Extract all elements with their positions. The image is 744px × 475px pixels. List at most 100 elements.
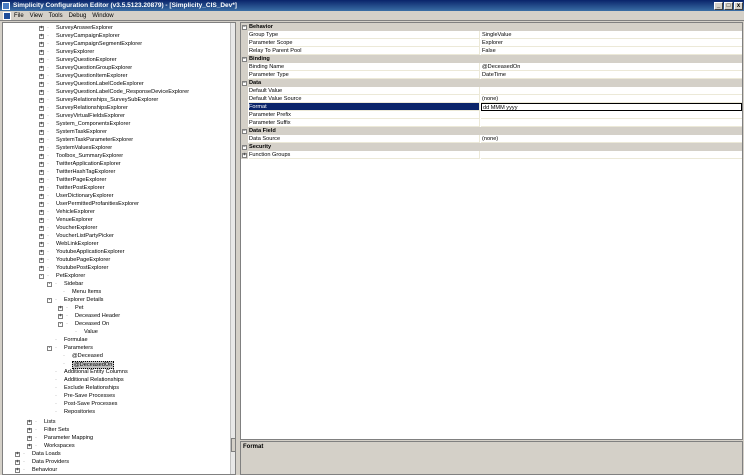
- tree-item[interactable]: + · TwitterApplicationExplorer: [3, 160, 229, 168]
- tree-item[interactable]: · @Deceased: [3, 352, 229, 360]
- expand-icon[interactable]: +: [39, 57, 44, 63]
- property-name[interactable]: Format: [249, 103, 480, 111]
- collapse-icon[interactable]: −: [242, 80, 247, 86]
- tree-item[interactable]: + · TwitterPageExplorer: [3, 176, 229, 184]
- collapse-icon[interactable]: −: [242, 128, 247, 134]
- tree-item[interactable]: + · SystemValuesExplorer: [3, 144, 229, 152]
- collapse-icon[interactable]: -: [58, 321, 63, 327]
- tree-item[interactable]: + · UserPermittedProfanitiesExplorer: [3, 200, 229, 208]
- menu-tools[interactable]: Tools: [49, 13, 63, 19]
- tree-item[interactable]: + · SurveyQuestionExplorer: [3, 56, 229, 64]
- tree-item[interactable]: · Post-Save Processes: [3, 400, 229, 408]
- property-value[interactable]: (none): [481, 135, 742, 143]
- expand-icon[interactable]: +: [39, 121, 44, 127]
- expand-icon[interactable]: +: [15, 451, 20, 457]
- tree-item[interactable]: + · SurveyCampaignExplorer: [3, 32, 229, 40]
- expand-icon[interactable]: +: [39, 65, 44, 71]
- property-name[interactable]: Default Value: [249, 87, 480, 95]
- tree-item[interactable]: + · SurveyQuestionItemExplorer: [3, 72, 229, 80]
- tree-item[interactable]: + · UserDictionaryExplorer: [3, 192, 229, 200]
- tree-item[interactable]: + · Pet: [3, 304, 229, 312]
- expand-icon[interactable]: +: [39, 81, 44, 87]
- expand-icon[interactable]: +: [39, 169, 44, 175]
- expand-icon[interactable]: +: [39, 217, 44, 223]
- expand-icon[interactable]: +: [39, 113, 44, 119]
- tree-item[interactable]: - · Parameters: [3, 344, 229, 352]
- property-name[interactable]: Parameter Prefix: [249, 111, 480, 119]
- property-value[interactable]: Explorer: [481, 39, 742, 47]
- expand-icon[interactable]: +: [27, 435, 32, 441]
- config-tree[interactable]: + · SurveyAnswerExplorer + · SurveyCampaignEx…: [2, 22, 236, 475]
- expand-icon[interactable]: +: [39, 89, 44, 95]
- expand-icon[interactable]: +: [39, 25, 44, 31]
- property-category[interactable]: − Data Field: [241, 127, 742, 135]
- expand-icon[interactable]: +: [39, 33, 44, 39]
- tree-item[interactable]: + · Deceased Header: [3, 312, 229, 320]
- property-name[interactable]: Binding Name: [249, 63, 480, 71]
- tree-item[interactable]: · Repositories: [3, 408, 229, 416]
- expand-icon[interactable]: +: [39, 249, 44, 255]
- expand-icon[interactable]: +: [39, 185, 44, 191]
- minimize-button[interactable]: _: [714, 1, 723, 10]
- expand-icon[interactable]: +: [39, 233, 44, 239]
- expand-icon[interactable]: +: [39, 209, 44, 215]
- expand-icon[interactable]: +: [39, 129, 44, 135]
- expand-icon[interactable]: +: [27, 443, 32, 449]
- tree-item[interactable]: + · Toolbox_SummaryExplorer: [3, 152, 229, 160]
- property-row[interactable]: + Function Groups: [241, 151, 742, 159]
- tree-item[interactable]: + · SurveyVirtualFieldsExplorer: [3, 112, 229, 120]
- tree-item[interactable]: + · Behaviour: [3, 466, 229, 474]
- tree-item[interactable]: + · Workspaces: [3, 442, 229, 450]
- tree-item[interactable]: + · VenueExplorer: [3, 216, 229, 224]
- expand-icon[interactable]: +: [39, 225, 44, 231]
- tree-item[interactable]: + · YoutubePageExplorer: [3, 256, 229, 264]
- property-name[interactable]: Group Type: [249, 31, 480, 39]
- tree-item[interactable]: + · YoutubeApplicationExplorer: [3, 248, 229, 256]
- property-row[interactable]: Parameter Prefix: [241, 111, 742, 119]
- tree-item[interactable]: - · Sidebar: [3, 280, 229, 288]
- property-row[interactable]: Relay To Parent Pool False: [241, 47, 742, 55]
- tree-item[interactable]: + · VoucherExplorer: [3, 224, 229, 232]
- property-name[interactable]: Parameter Scope: [249, 39, 480, 47]
- expand-icon[interactable]: +: [39, 137, 44, 143]
- property-value[interactable]: SingleValue: [481, 31, 742, 39]
- property-name[interactable]: Parameter Type: [249, 71, 480, 79]
- tree-item[interactable]: + · System_ComponentsExplorer: [3, 120, 229, 128]
- expand-icon[interactable]: +: [15, 459, 20, 465]
- expand-icon[interactable]: +: [15, 467, 20, 473]
- expand-icon[interactable]: +: [39, 97, 44, 103]
- property-category[interactable]: − Behavior: [241, 23, 742, 31]
- tree-item[interactable]: + · SurveyQuestionLabelCode_ResponseDevice…: [3, 88, 229, 96]
- expand-icon[interactable]: +: [39, 177, 44, 183]
- tree-item[interactable]: · Exclude Relationships: [3, 384, 229, 392]
- collapse-icon[interactable]: -: [47, 297, 52, 303]
- tree-item[interactable]: + · TwitterHashTagExplorer: [3, 168, 229, 176]
- property-name[interactable]: Function Groups: [249, 151, 480, 159]
- tree-item[interactable]: · Additional Entity Columns: [3, 368, 229, 376]
- tree-item[interactable]: + · WebLinkExplorer: [3, 240, 229, 248]
- collapse-icon[interactable]: −: [242, 24, 247, 30]
- tree-item[interactable]: + · SurveyExplorer: [3, 48, 229, 56]
- expand-icon[interactable]: +: [58, 305, 63, 311]
- document-icon[interactable]: [3, 11, 11, 20]
- expand-icon[interactable]: +: [39, 153, 44, 159]
- expand-icon[interactable]: +: [39, 41, 44, 47]
- tree-item[interactable]: + · Lists: [3, 418, 229, 426]
- expand-icon[interactable]: +: [39, 201, 44, 207]
- tree-item[interactable]: · Formulae: [3, 336, 229, 344]
- expand-icon[interactable]: +: [39, 105, 44, 111]
- property-value[interactable]: [481, 119, 742, 127]
- tree-item[interactable]: + · Data Loads: [3, 450, 229, 458]
- collapse-icon[interactable]: -: [47, 345, 52, 351]
- collapse-icon[interactable]: -: [39, 273, 44, 279]
- property-name[interactable]: Data Source: [249, 135, 480, 143]
- expand-icon[interactable]: +: [242, 152, 247, 158]
- expand-icon[interactable]: +: [27, 419, 32, 425]
- property-row[interactable]: Default Value Source (none): [241, 95, 742, 103]
- menu-window[interactable]: Window: [92, 13, 113, 19]
- format-value-input[interactable]: dd MMM yyyy: [481, 103, 742, 111]
- property-category[interactable]: − Binding: [241, 55, 742, 63]
- expand-icon[interactable]: +: [39, 73, 44, 79]
- property-name[interactable]: Relay To Parent Pool: [249, 47, 480, 55]
- expand-icon[interactable]: +: [39, 145, 44, 151]
